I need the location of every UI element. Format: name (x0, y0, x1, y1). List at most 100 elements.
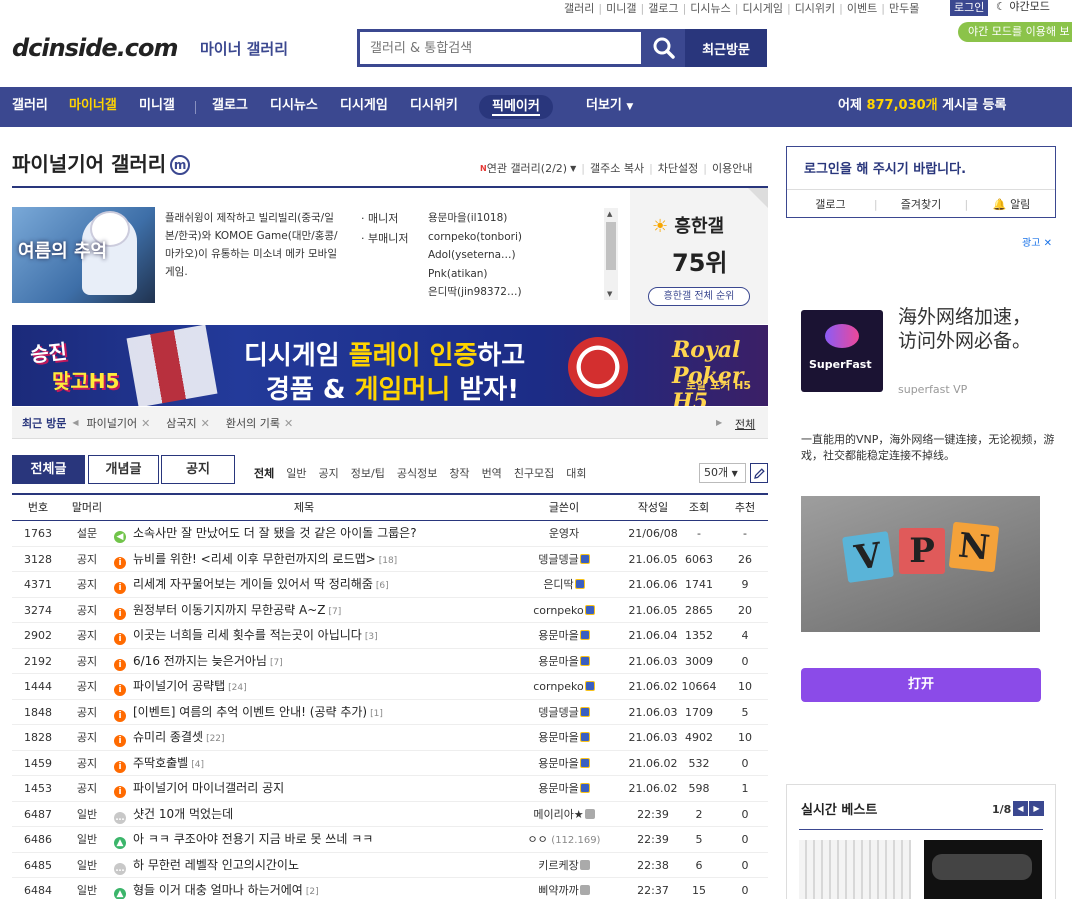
post-title[interactable]: 원정부터 이동기지까지 무한공략 A~Z (133, 603, 326, 617)
event-banner[interactable]: 승진 맞고H5 디시게임 플레이 인증하고 경품 & 게임머니 받자! Roya… (12, 325, 768, 406)
subcategory-item[interactable]: 번역 (482, 465, 514, 481)
ad-open-button[interactable]: 打开 (801, 668, 1041, 702)
post-title[interactable]: 뉴비를 위한! <리세 이후 무한런까지의 로드맵> (133, 552, 376, 566)
recent-item[interactable]: 환서의 기록 ✕ (218, 415, 301, 431)
table-row[interactable]: 2902 공지 i 이곳는 너희들 리세 횟수를 적는곳이 아닙니다 [3] 용문마을 21… (12, 623, 768, 649)
post-writer[interactable]: 용문마을 (538, 655, 578, 668)
post-writer[interactable]: cornpeko (533, 604, 584, 617)
table-row[interactable]: 3128 공지 i 뉴비를 위한! <리세 이후 무한런까지의 로드맵> [18] 뎅글뎅… (12, 547, 768, 572)
nav-mini-gallery[interactable]: 미니갤 (139, 87, 175, 127)
write-button[interactable] (750, 463, 768, 483)
full-rank-button[interactable]: 흥한갤 전체 순위 (648, 287, 750, 306)
nav-gallog[interactable]: 갤로그 (212, 87, 248, 127)
search-input[interactable] (360, 32, 641, 64)
table-row[interactable]: 2192 공지 i 6/16 전까지는 늦은거아님 [7] 용문마을 21.06.03 300… (12, 649, 768, 674)
post-title[interactable]: [이벤트] 여름의 추억 이벤트 안내! (공략 추가) (133, 705, 367, 719)
sub-manager-name[interactable]: Adol(yseterna…) (428, 246, 522, 265)
table-row[interactable]: 1459 공지 i 주딱호출벨 [4] 용문마을 21.06.02 532 0 (12, 751, 768, 776)
night-mode-toggle[interactable]: ☾ 야간모드 (996, 0, 1050, 16)
tab-all-posts[interactable]: 전체글 (12, 455, 85, 484)
login-message[interactable]: 로그인을 해 주시기 바랍니다. (804, 158, 966, 177)
recent-all-link[interactable]: 전체 (735, 416, 755, 432)
sub-manager-name[interactable]: 은디딱(jin98372…) (428, 283, 522, 302)
best-thumbnail[interactable] (799, 840, 911, 899)
block-settings-link[interactable]: 차단설정 (658, 160, 698, 176)
table-row[interactable]: 1763 설문 ◀ 소속사만 잘 만났어도 더 잘 됐을 것 같은 아이돌 그룹은? 운… (12, 521, 768, 547)
post-writer[interactable]: 용문마을 (538, 629, 578, 642)
copy-address-link[interactable]: 갤주소 복사 (590, 160, 644, 176)
scroll-down-icon[interactable]: ▼ (607, 290, 612, 298)
top-login-button[interactable]: 로그인 (950, 0, 989, 16)
top-link[interactable]: 디시뉴스 (686, 0, 734, 16)
nav-dcwiki[interactable]: 디시위키 (410, 87, 458, 127)
site-logo[interactable]: dcinside.com (12, 34, 179, 62)
subcategory-item[interactable]: 친구모집 (514, 465, 566, 481)
post-title[interactable]: 주딱호출벨 (133, 756, 188, 770)
top-link[interactable]: 디시위키 (791, 0, 839, 16)
subcategory-item[interactable]: 정보/팁 (351, 465, 397, 481)
post-title[interactable]: 리세계 자꾸물어보는 게이들 있어서 딱 정리해줌 (133, 577, 373, 591)
nav-minor-gallery[interactable]: 마이너갤 (69, 87, 117, 127)
manager-scrollbar[interactable]: ▲ ▼ (604, 208, 618, 300)
gallog-link[interactable]: 갤로그 (787, 196, 874, 212)
top-link[interactable]: 갤로그 (644, 0, 682, 16)
sub-manager-name[interactable]: Pnk(atikan) (428, 265, 522, 284)
recent-item[interactable]: 삼국지 ✕ (158, 415, 218, 431)
remove-icon[interactable]: ✕ (280, 417, 293, 430)
post-writer[interactable]: 용문마을 (538, 731, 578, 744)
recent-item[interactable]: 파이널기어 ✕ (78, 415, 158, 431)
post-title[interactable]: 파이널기어 마이너갤러리 공지 (133, 781, 284, 795)
manager-name[interactable]: 용문마을(il1018) (428, 209, 522, 228)
nav-more[interactable]: 더보기 ▼ (586, 87, 633, 127)
ad-headline[interactable]: 海外网络加速，访问外网必备。 (898, 305, 1038, 353)
scroll-up-icon[interactable]: ▲ (607, 210, 612, 218)
post-writer[interactable]: 키르케장 (538, 859, 578, 872)
post-writer[interactable]: 은디딱 (543, 578, 573, 591)
table-row[interactable]: 3274 공지 i 원정부터 이동기지까지 무한공략 A~Z [7] cornpeko 21… (12, 598, 768, 623)
post-writer[interactable]: cornpeko (533, 680, 584, 693)
table-row[interactable]: 1444 공지 i 파이널기어 공략탭 [24] cornpeko 21.06.02 1066… (12, 674, 768, 700)
nav-gallery[interactable]: 갤러리 (12, 87, 48, 127)
tab-notice[interactable]: 공지 (161, 455, 235, 484)
table-row[interactable]: 6486 일반 ▲ 아 ㅋㅋ 쿠조아야 전용기 지금 바로 못 쓰네 ㅋㅋ ㅇㅇ (11… (12, 827, 768, 853)
table-row[interactable]: 4371 공지 i 리세계 자꾸물어보는 게이들 있어서 딱 정리해줌 [6] 은디딱 21… (12, 572, 768, 598)
post-writer[interactable]: 메이리아★ (533, 808, 583, 821)
top-link[interactable]: 디시게임 (738, 0, 786, 16)
post-writer[interactable]: 뎅글뎅글 (538, 706, 578, 719)
nav-dcnews[interactable]: 디시뉴스 (270, 87, 318, 127)
post-writer[interactable]: ㅇㅇ (528, 833, 548, 846)
comment-count[interactable]: [4] (191, 760, 204, 770)
post-title[interactable]: 소속사만 잘 만났어도 더 잘 됐을 것 같은 아이돌 그룹은? (133, 526, 417, 540)
top-link[interactable]: 갤러리 (560, 0, 598, 16)
table-row[interactable]: 1848 공지 i [이벤트] 여름의 추억 이벤트 안내! (공략 추가) [1] 뎅글… (12, 700, 768, 725)
post-title[interactable]: 형들 이거 대충 얼마나 하는거에여 (133, 883, 303, 897)
top-link[interactable]: 만두몰 (885, 0, 923, 16)
post-title[interactable]: 하 무한런 레벨작 인고의시간이노 (133, 858, 299, 872)
nav-dcgame[interactable]: 디시게임 (340, 87, 388, 127)
table-row[interactable]: 6487 일반 … 샷건 10개 먹었는데 메이리아★ 22:39 2 0 (12, 802, 768, 827)
arrow-left-icon[interactable]: ◀ (1013, 801, 1028, 816)
sub-manager-name[interactable]: cornpeko(tonbori) (428, 228, 522, 247)
subcategory-item[interactable]: 창작 (449, 465, 481, 481)
remove-icon[interactable]: ✕ (137, 417, 150, 430)
post-writer[interactable]: 뎅글뎅글 (538, 553, 578, 566)
ad-app-logo[interactable]: SuperFast (801, 310, 883, 392)
subcategory-item[interactable]: 대회 (566, 465, 598, 481)
ad-image[interactable]: V P N (801, 496, 1040, 632)
related-gallery-link[interactable]: 연관 갤러리(2/2) (487, 160, 567, 176)
comment-count[interactable]: [7] (270, 658, 283, 668)
comment-count[interactable]: [22] (206, 734, 224, 744)
best-thumbnail[interactable] (924, 840, 1042, 899)
remove-icon[interactable]: ✕ (197, 417, 210, 430)
minor-gallery-label[interactable]: 마이너 갤러리 (200, 38, 288, 59)
comment-count[interactable]: [18] (379, 556, 397, 566)
post-title[interactable]: 아 ㅋㅋ 쿠조아야 전용기 지금 바로 못 쓰네 ㅋㅋ (133, 832, 373, 846)
help-corner-icon[interactable] (748, 188, 768, 208)
usage-guide-link[interactable]: 이용안내 (712, 160, 752, 176)
subcategory-item[interactable]: 공지 (319, 465, 351, 481)
ad-label[interactable]: 광고 ✕ (1022, 234, 1052, 249)
comment-count[interactable]: [1] (370, 709, 383, 719)
comment-count[interactable]: [7] (329, 607, 342, 617)
table-row[interactable]: 1453 공지 i 파이널기어 마이너갤러리 공지 용문마을 21.06.02 598 1 (12, 776, 768, 802)
post-title[interactable]: 6/16 전까지는 늦은거아님 (133, 654, 267, 668)
